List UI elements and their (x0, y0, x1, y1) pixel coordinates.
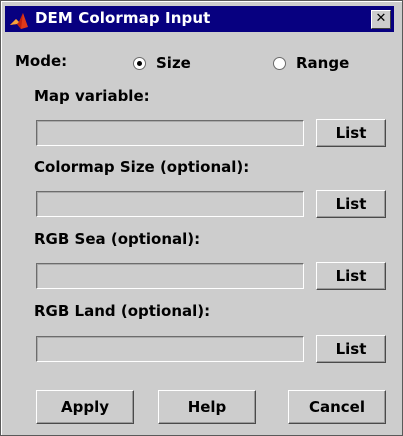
radio-selected-icon[interactable] (133, 56, 146, 70)
close-button[interactable]: ✕ (371, 10, 391, 29)
radio-size-label: Size (156, 54, 191, 72)
radio-range-label: Range (296, 54, 350, 72)
rgb-land-label: RGB Land (optional): (34, 302, 211, 320)
rgb-land-list-button[interactable]: List (316, 335, 386, 363)
radio-size[interactable]: Size (133, 54, 191, 72)
map-variable-label: Map variable: (34, 87, 150, 105)
apply-button[interactable]: Apply (36, 390, 134, 424)
colormap-size-list-button[interactable]: List (316, 190, 386, 218)
help-button[interactable]: Help (158, 390, 256, 424)
map-variable-list-button[interactable]: List (316, 119, 386, 147)
window-title: DEM Colormap Input (35, 9, 211, 27)
dialog-window: DEM Colormap Input ✕ Mode: Size Range Ma… (0, 0, 403, 436)
colormap-size-input[interactable] (36, 191, 304, 217)
matlab-icon (9, 10, 29, 30)
rgb-land-input[interactable] (36, 336, 304, 362)
radio-range[interactable]: Range (273, 54, 349, 72)
rgb-sea-input[interactable] (36, 263, 304, 289)
radio-unselected-icon[interactable] (273, 56, 286, 70)
rgb-sea-label: RGB Sea (optional): (34, 230, 201, 248)
mode-label: Mode: (15, 52, 68, 70)
colormap-size-label: Colormap Size (optional): (34, 158, 250, 176)
rgb-sea-list-button[interactable]: List (316, 262, 386, 290)
map-variable-input[interactable] (36, 120, 304, 146)
title-bar[interactable]: DEM Colormap Input ✕ (5, 6, 394, 32)
close-icon: ✕ (375, 11, 387, 26)
cancel-button[interactable]: Cancel (288, 390, 386, 424)
